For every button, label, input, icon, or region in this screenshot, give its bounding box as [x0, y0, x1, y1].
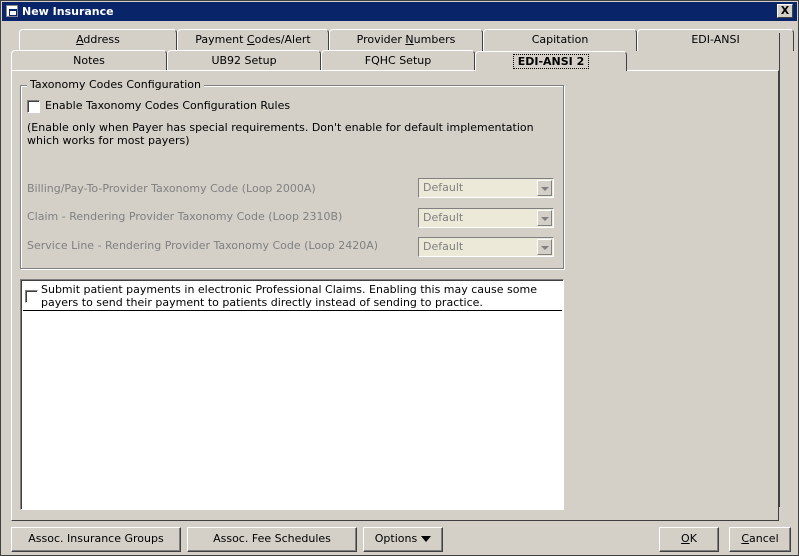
- dropdown-arrow-icon: [421, 536, 432, 542]
- tab-provider-numbers[interactable]: Provider Numbers: [329, 29, 483, 51]
- enable-taxonomy-checkbox[interactable]: [27, 100, 40, 113]
- cancel-button[interactable]: Cancel: [729, 527, 791, 552]
- submit-patient-payments-checkbox[interactable]: [25, 290, 38, 303]
- tab-payment-codes-alert[interactable]: Payment Codes/Alert: [177, 29, 329, 51]
- taxonomy-note-line2: which works for most payers): [27, 134, 190, 147]
- tab-address[interactable]: Address: [19, 29, 177, 51]
- taxonomy-note-line1: (Enable only when Payer has special requ…: [27, 121, 534, 134]
- patient-payments-header: Submit patient payments in electronic Pr…: [23, 282, 562, 311]
- ok-button[interactable]: OK: [659, 527, 719, 552]
- tab-ub92-setup[interactable]: UB92 Setup: [167, 50, 321, 72]
- tab-fqhc-setup[interactable]: FQHC Setup: [321, 50, 475, 72]
- tab-edi-ansi[interactable]: EDI-ANSI: [637, 29, 794, 51]
- claim-taxonomy-select[interactable]: Default: [418, 208, 554, 228]
- title-bar: New Insurance X: [2, 2, 797, 21]
- window-title: New Insurance: [22, 5, 114, 18]
- assoc-fee-schedules-button[interactable]: Assoc. Fee Schedules: [187, 527, 357, 552]
- patient-payments-panel: Submit patient payments in electronic Pr…: [20, 279, 564, 510]
- assoc-insurance-groups-button[interactable]: Assoc. Insurance Groups: [11, 527, 181, 552]
- tab-edi-ansi-2[interactable]: EDI-ANSI 2: [475, 51, 627, 71]
- new-insurance-window: New Insurance X Address Payment Codes/Al…: [0, 0, 799, 556]
- submit-patient-payments-line2: payers to send their payment to patients…: [41, 296, 483, 309]
- billing-taxonomy-label: Billing/Pay-To-Provider Taxonomy Code (L…: [27, 182, 316, 195]
- billing-taxonomy-select[interactable]: Default: [418, 178, 554, 198]
- app-icon: [6, 5, 18, 17]
- chevron-down-icon: [537, 239, 552, 255]
- claim-taxonomy-label: Claim - Rendering Provider Taxonomy Code…: [27, 210, 343, 223]
- submit-patient-payments-line1: Submit patient payments in electronic Pr…: [41, 283, 537, 296]
- enable-taxonomy-label: Enable Taxonomy Codes Configuration Rule…: [45, 99, 291, 112]
- service-line-taxonomy-label: Service Line - Rendering Provider Taxono…: [27, 239, 379, 252]
- options-button[interactable]: Options: [363, 527, 443, 552]
- tab-capitation[interactable]: Capitation: [483, 29, 637, 51]
- service-line-taxonomy-select[interactable]: Default: [418, 237, 554, 257]
- taxonomy-group-legend: Taxonomy Codes Configuration: [27, 78, 204, 91]
- close-button[interactable]: X: [777, 4, 793, 18]
- chevron-down-icon: [537, 180, 552, 196]
- chevron-down-icon: [537, 210, 552, 226]
- tab-notes[interactable]: Notes: [11, 50, 167, 72]
